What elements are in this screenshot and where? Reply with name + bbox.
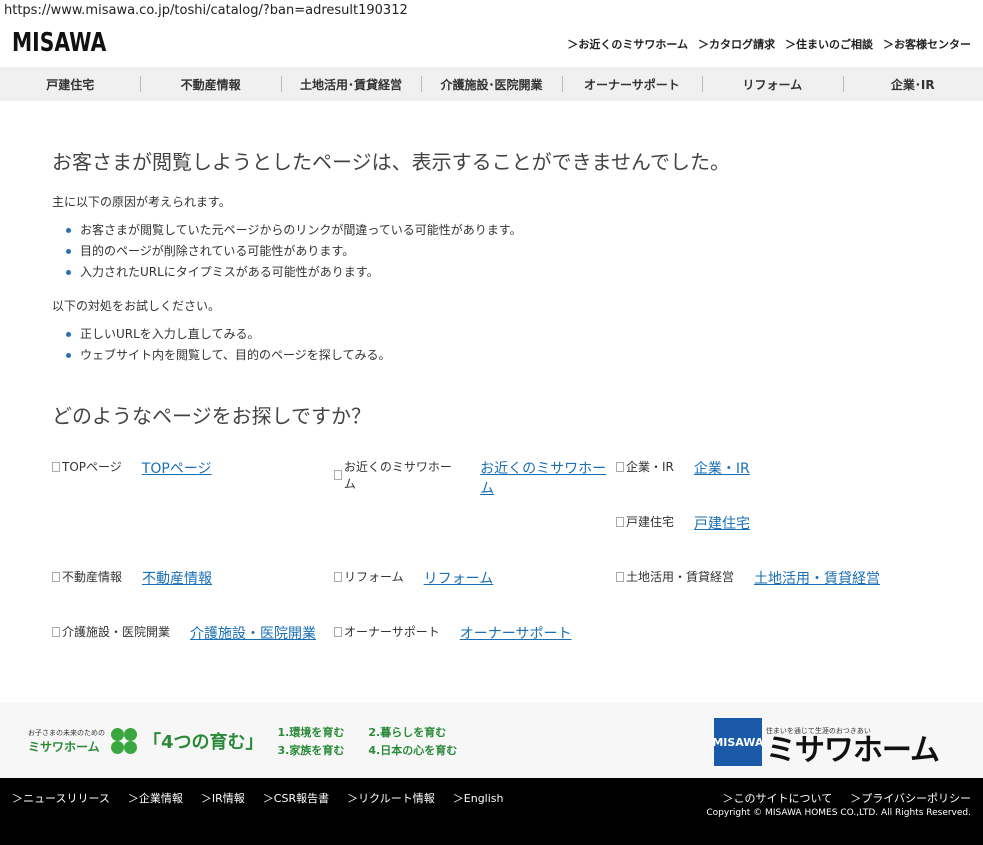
broken-image: TOPページ — [52, 458, 122, 475]
image-alt-text: お近くのミサワホーム — [343, 460, 452, 491]
link-care-text[interactable]: 介護施設・医院開業 — [190, 623, 316, 643]
broken-image-icon — [52, 461, 60, 472]
link-owner: オーナーサポート オーナーサポート — [334, 623, 572, 643]
campaign-small-text: お子さまの未来のための — [28, 728, 105, 737]
link-nearby: お近くのミサワホーム お近くのミサワホーム — [334, 458, 616, 498]
link-land-text[interactable]: 土地活用・賃貸経営 — [754, 568, 880, 588]
brand-box: MISAWA — [712, 718, 763, 766]
util-link-consult[interactable]: ＞住まいのご相談 — [785, 36, 873, 52]
gnav-reform[interactable]: リフォーム — [702, 67, 842, 101]
copyright: Copyright © MISAWA HOMES CO.,LTD. All Ri… — [706, 808, 971, 818]
broken-image-icon — [334, 470, 342, 480]
causes-intro: 主に以下の原因が考えられます。 — [52, 195, 231, 209]
footer-banner: お子さまの未来のための ミサワホーム 「4つの育む」 1.環境を育む 2.暮らし… — [0, 702, 983, 778]
broken-image: 介護施設・医院開業 — [52, 623, 170, 640]
campaign-item: 4.日本の心を育む — [368, 744, 458, 757]
brand-text-block: 住まいを通じて生涯のおつきあい ミサワホーム — [765, 726, 940, 768]
link-land: 土地活用・賃貸経営 土地活用・賃貸経営 — [616, 568, 880, 588]
footer-link-company[interactable]: ＞企業情報 — [128, 790, 183, 806]
utility-nav: ＞お近くのミサワホーム ＞カタログ請求 ＞住まいのご相談 ＞お客様センター — [567, 36, 971, 52]
footer-link-privacy[interactable]: ＞プライバシーポリシー — [850, 790, 971, 806]
gnav-house[interactable]: 戸建住宅 — [0, 67, 140, 101]
campaign-slogan: 「4つの育む」 — [143, 732, 264, 753]
footer-link-news[interactable]: ＞ニュースリリース — [12, 790, 110, 806]
footer: ＞ニュースリリース ＞企業情報 ＞IR情報 ＞CSR報告書 ＞リクルート情報 ＞… — [0, 778, 983, 845]
link-realestate-text[interactable]: 不動産情報 — [142, 568, 212, 588]
gnav-land[interactable]: 土地活用･賃貸経営 — [280, 67, 421, 101]
broken-image: お近くのミサワホーム — [334, 458, 460, 492]
link-house-text[interactable]: 戸建住宅 — [694, 513, 750, 533]
link-reform-text[interactable]: リフォーム — [424, 568, 494, 588]
link-owner-text[interactable]: オーナーサポート — [460, 623, 572, 643]
broken-image-icon — [616, 461, 624, 472]
campaign-item: 2.暮らしを育む — [368, 726, 447, 739]
error-title: お客さまが閲覧しようとしたページは、表示することができませんでした。 — [52, 150, 730, 174]
actions-list: 正しいURLを入力し直してみる。 ウェブサイト内を閲覧して、目的のページを探して… — [65, 324, 390, 366]
util-link-nearby[interactable]: ＞お近くのミサワホーム — [567, 36, 688, 52]
global-nav: 戸建住宅 不動産情報 土地活用･賃貸経営 介護施設･医院開業 オーナーサポート … — [0, 67, 983, 101]
broken-image-icon — [334, 571, 342, 582]
misawa-logo[interactable]: MISAWA — [12, 28, 106, 58]
search-title: どのようなページをお探しですか？ — [52, 404, 371, 428]
image-alt-text: 戸建住宅 — [626, 515, 675, 529]
list-item: 目的のページが削除されている可能性があります。 — [66, 241, 522, 262]
actions-intro: 以下の対処をお試しください。 — [52, 299, 221, 313]
gnav-realestate[interactable]: 不動産情報 — [140, 67, 280, 101]
campaign-banner[interactable]: お子さまの未来のための ミサワホーム 「4つの育む」 1.環境を育む 2.暮らし… — [28, 724, 457, 758]
footer-links-left: ＞ニュースリリース ＞企業情報 ＞IR情報 ＞CSR報告書 ＞リクルート情報 ＞… — [12, 790, 504, 806]
image-alt-text: TOPページ — [62, 460, 122, 474]
link-top-text[interactable]: TOPページ — [142, 458, 212, 478]
link-ir: 企業・IR 企業・IR — [616, 458, 750, 478]
gnav-care[interactable]: 介護施設･医院開業 — [421, 67, 561, 101]
link-care: 介護施設・医院開業 介護施設・医院開業 — [52, 623, 316, 643]
causes-list: お客さまが閲覧していた元ページからのリンクが間違っている可能性があります。 目的… — [66, 220, 522, 283]
brand-logo[interactable]: MISAWA 住まいを通じて生涯のおつきあい ミサワホーム — [712, 718, 940, 768]
image-alt-text: 不動産情報 — [62, 570, 123, 584]
footer-link-recruit[interactable]: ＞リクルート情報 — [347, 790, 435, 806]
link-ir-text[interactable]: 企業・IR — [694, 458, 750, 478]
list-item: 入力されたURLにタイプミスがある可能性があります。 — [66, 262, 522, 283]
list-item: ウェブサイト内を閲覧して、目的のページを探してみる。 — [65, 345, 390, 366]
campaign-brand-block: お子さまの未来のための ミサワホーム — [28, 728, 105, 755]
address-bar[interactable]: https://www.misawa.co.jp/toshi/catalog/?… — [4, 3, 408, 18]
link-top: TOPページ TOPページ — [52, 458, 212, 478]
broken-image: リフォーム — [334, 568, 404, 585]
broken-image-icon — [616, 571, 624, 582]
broken-image-icon — [334, 626, 342, 637]
link-reform: リフォーム リフォーム — [334, 568, 493, 588]
link-house: 戸建住宅 戸建住宅 — [616, 513, 750, 533]
gnav-ir[interactable]: 企業･IR — [842, 67, 983, 101]
campaign-item: 3.家族を育む — [277, 744, 345, 757]
campaign-brand-text: ミサワホーム — [28, 739, 100, 754]
link-realestate: 不動産情報 不動産情報 — [52, 568, 212, 588]
broken-image: 戸建住宅 — [616, 513, 674, 530]
util-link-support[interactable]: ＞お客様センター — [883, 36, 971, 52]
list-item: 正しいURLを入力し直してみる。 — [65, 324, 390, 345]
footer-link-english[interactable]: ＞English — [453, 790, 504, 806]
footer-link-csr[interactable]: ＞CSR報告書 — [263, 790, 329, 806]
broken-image-icon — [616, 516, 624, 527]
image-alt-text: 企業・IR — [626, 460, 674, 474]
clover-icon — [109, 726, 139, 756]
footer-link-ir[interactable]: ＞IR情報 — [201, 790, 245, 806]
footer-links-right: ＞このサイトについて ＞プライバシーポリシー — [723, 790, 971, 806]
image-alt-text: オーナーサポート — [344, 625, 440, 639]
image-alt-text: 土地活用・賃貸経営 — [626, 570, 735, 584]
broken-image: 企業・IR — [616, 458, 674, 475]
list-item: お客さまが閲覧していた元ページからのリンクが間違っている可能性があります。 — [66, 220, 522, 241]
broken-image: オーナーサポート — [334, 623, 440, 640]
link-nearby-text[interactable]: お近くのミサワホーム — [480, 458, 616, 498]
image-alt-text: リフォーム — [344, 570, 404, 584]
broken-image-icon — [52, 571, 60, 582]
campaign-list: 1.環境を育む 2.暮らしを育む 3.家族を育む 4.日本の心を育む — [278, 724, 458, 758]
campaign-item: 1.環境を育む — [277, 726, 345, 739]
broken-image-icon — [52, 626, 60, 637]
gnav-owner[interactable]: オーナーサポート — [561, 67, 702, 101]
util-link-catalog[interactable]: ＞カタログ請求 — [698, 36, 775, 52]
broken-image: 不動産情報 — [52, 568, 122, 585]
footer-link-about[interactable]: ＞このサイトについて — [723, 790, 833, 806]
brand-kana: ミサワホーム — [765, 733, 940, 768]
image-alt-text: 介護施設・医院開業 — [62, 625, 171, 639]
broken-image: 土地活用・賃貸経営 — [616, 568, 734, 585]
